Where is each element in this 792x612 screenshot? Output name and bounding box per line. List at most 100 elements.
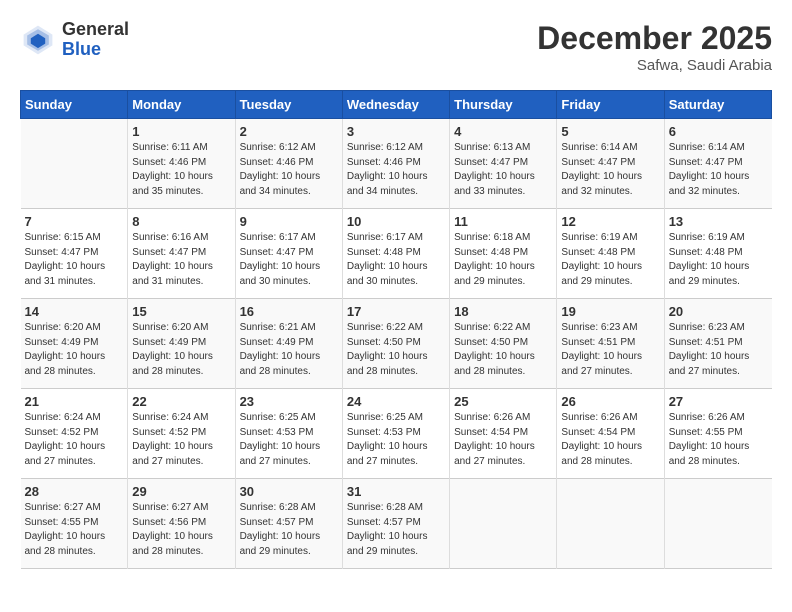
day-number: 17 [347, 304, 445, 319]
day-cell [450, 479, 557, 569]
day-number: 18 [454, 304, 552, 319]
day-number: 13 [669, 214, 768, 229]
day-info: Sunrise: 6:22 AM Sunset: 4:50 PM Dayligh… [347, 321, 445, 379]
day-number: 5 [561, 124, 659, 139]
day-info: Sunrise: 6:28 AM Sunset: 4:57 PM Dayligh… [347, 501, 445, 559]
day-number: 27 [669, 394, 768, 409]
day-number: 28 [25, 484, 124, 499]
header-row: SundayMondayTuesdayWednesdayThursdayFrid… [21, 91, 772, 119]
day-number: 1 [132, 124, 230, 139]
col-header-wednesday: Wednesday [342, 91, 449, 119]
day-number: 21 [25, 394, 124, 409]
day-number: 25 [454, 394, 552, 409]
day-cell: 6 Sunrise: 6:14 AM Sunset: 4:47 PM Daylig… [664, 119, 771, 209]
day-number: 26 [561, 394, 659, 409]
day-cell: 4Sunrise: 6:13 AM Sunset: 4:47 PM Daylig… [450, 119, 557, 209]
day-info: Sunrise: 6:22 AM Sunset: 4:50 PM Dayligh… [454, 321, 552, 379]
day-info: Sunrise: 6:17 AM Sunset: 4:47 PM Dayligh… [240, 231, 338, 289]
day-info: Sunrise: 6:14 AM Sunset: 4:47 PM Dayligh… [561, 141, 659, 199]
day-number: 14 [25, 304, 124, 319]
day-number: 24 [347, 394, 445, 409]
day-info: Sunrise: 6:15 AM Sunset: 4:47 PM Dayligh… [25, 231, 124, 289]
day-cell: 11Sunrise: 6:18 AM Sunset: 4:48 PM Dayli… [450, 209, 557, 299]
logo-text: General Blue [62, 20, 129, 60]
col-header-thursday: Thursday [450, 91, 557, 119]
day-cell: 26 Sunrise: 6:26 AM Sunset: 4:54 PM Dayli… [557, 389, 664, 479]
day-number: 7 [25, 214, 124, 229]
day-number: 30 [240, 484, 338, 499]
col-header-saturday: Saturday [664, 91, 771, 119]
day-cell: 3 Sunrise: 6:12 AM Sunset: 4:46 PM Daylig… [342, 119, 449, 209]
day-info: Sunrise: 6:25 AM Sunset: 4:53 PM Dayligh… [347, 411, 445, 469]
logo: General Blue [20, 20, 129, 60]
day-info: Sunrise: 6:26 AM Sunset: 4:54 PM Dayligh… [454, 411, 552, 469]
week-row-4: 21 Sunrise: 6:24 AM Sunset: 4:52 PM Dayli… [21, 389, 772, 479]
day-cell: 5 Sunrise: 6:14 AM Sunset: 4:47 PM Daylig… [557, 119, 664, 209]
day-info: Sunrise: 6:12 AM Sunset: 4:46 PM Dayligh… [347, 141, 445, 199]
day-info: Sunrise: 6:24 AM Sunset: 4:52 PM Dayligh… [25, 411, 124, 469]
calendar-table: SundayMondayTuesdayWednesdayThursdayFrid… [20, 90, 772, 569]
day-cell: 12Sunrise: 6:19 AM Sunset: 4:48 PM Dayli… [557, 209, 664, 299]
day-info: Sunrise: 6:14 AM Sunset: 4:47 PM Dayligh… [669, 141, 768, 199]
day-cell: 10Sunrise: 6:17 AM Sunset: 4:48 PM Dayli… [342, 209, 449, 299]
day-cell: 16 Sunrise: 6:21 AM Sunset: 4:49 PM Dayli… [235, 299, 342, 389]
page-header: General Blue December 2025 Safwa, Saudi … [20, 20, 772, 74]
day-cell: 17 Sunrise: 6:22 AM Sunset: 4:50 PM Dayli… [342, 299, 449, 389]
day-info: Sunrise: 6:26 AM Sunset: 4:54 PM Dayligh… [561, 411, 659, 469]
day-info: Sunrise: 6:27 AM Sunset: 4:56 PM Dayligh… [132, 501, 230, 559]
day-cell [21, 119, 128, 209]
day-cell: 30Sunrise: 6:28 AM Sunset: 4:57 PM Dayli… [235, 479, 342, 569]
day-cell: 7 Sunrise: 6:15 AM Sunset: 4:47 PM Daylig… [21, 209, 128, 299]
day-number: 10 [347, 214, 445, 229]
logo-blue: Blue [62, 40, 129, 60]
day-info: Sunrise: 6:27 AM Sunset: 4:55 PM Dayligh… [25, 501, 124, 559]
day-cell: 19 Sunrise: 6:23 AM Sunset: 4:51 PM Dayli… [557, 299, 664, 389]
day-number: 19 [561, 304, 659, 319]
day-info: Sunrise: 6:16 AM Sunset: 4:47 PM Dayligh… [132, 231, 230, 289]
day-cell: 2 Sunrise: 6:12 AM Sunset: 4:46 PM Daylig… [235, 119, 342, 209]
col-header-tuesday: Tuesday [235, 91, 342, 119]
day-info: Sunrise: 6:12 AM Sunset: 4:46 PM Dayligh… [240, 141, 338, 199]
week-row-3: 14 Sunrise: 6:20 AM Sunset: 4:49 PM Dayli… [21, 299, 772, 389]
day-info: Sunrise: 6:19 AM Sunset: 4:48 PM Dayligh… [669, 231, 768, 289]
day-cell: 29 Sunrise: 6:27 AM Sunset: 4:56 PM Dayli… [128, 479, 235, 569]
day-number: 29 [132, 484, 230, 499]
day-number: 9 [240, 214, 338, 229]
day-cell: 22 Sunrise: 6:24 AM Sunset: 4:52 PM Dayli… [128, 389, 235, 479]
day-cell [557, 479, 664, 569]
logo-icon [20, 22, 56, 58]
day-info: Sunrise: 6:26 AM Sunset: 4:55 PM Dayligh… [669, 411, 768, 469]
month-title: December 2025 [537, 20, 772, 57]
day-info: Sunrise: 6:20 AM Sunset: 4:49 PM Dayligh… [25, 321, 124, 379]
week-row-5: 28 Sunrise: 6:27 AM Sunset: 4:55 PM Dayli… [21, 479, 772, 569]
day-info: Sunrise: 6:23 AM Sunset: 4:51 PM Dayligh… [669, 321, 768, 379]
day-cell: 28 Sunrise: 6:27 AM Sunset: 4:55 PM Dayli… [21, 479, 128, 569]
day-number: 31 [347, 484, 445, 499]
day-number: 22 [132, 394, 230, 409]
day-number: 4 [454, 124, 552, 139]
location-subtitle: Safwa, Saudi Arabia [537, 57, 772, 74]
day-number: 20 [669, 304, 768, 319]
day-info: Sunrise: 6:23 AM Sunset: 4:51 PM Dayligh… [561, 321, 659, 379]
day-number: 12 [561, 214, 659, 229]
day-number: 16 [240, 304, 338, 319]
col-header-sunday: Sunday [21, 91, 128, 119]
day-info: Sunrise: 6:21 AM Sunset: 4:49 PM Dayligh… [240, 321, 338, 379]
day-cell: 20 Sunrise: 6:23 AM Sunset: 4:51 PM Dayli… [664, 299, 771, 389]
day-cell: 15Sunrise: 6:20 AM Sunset: 4:49 PM Dayli… [128, 299, 235, 389]
day-cell: 14 Sunrise: 6:20 AM Sunset: 4:49 PM Dayli… [21, 299, 128, 389]
day-number: 15 [132, 304, 230, 319]
day-number: 2 [240, 124, 338, 139]
day-cell: 9 Sunrise: 6:17 AM Sunset: 4:47 PM Daylig… [235, 209, 342, 299]
day-cell: 18 Sunrise: 6:22 AM Sunset: 4:50 PM Dayli… [450, 299, 557, 389]
day-number: 23 [240, 394, 338, 409]
day-number: 6 [669, 124, 768, 139]
col-header-monday: Monday [128, 91, 235, 119]
day-cell [664, 479, 771, 569]
day-cell: 1Sunrise: 6:11 AM Sunset: 4:46 PM Daylig… [128, 119, 235, 209]
day-number: 8 [132, 214, 230, 229]
day-info: Sunrise: 6:24 AM Sunset: 4:52 PM Dayligh… [132, 411, 230, 469]
day-number: 3 [347, 124, 445, 139]
day-cell: 8 Sunrise: 6:16 AM Sunset: 4:47 PM Daylig… [128, 209, 235, 299]
day-cell: 27 Sunrise: 6:26 AM Sunset: 4:55 PM Dayli… [664, 389, 771, 479]
